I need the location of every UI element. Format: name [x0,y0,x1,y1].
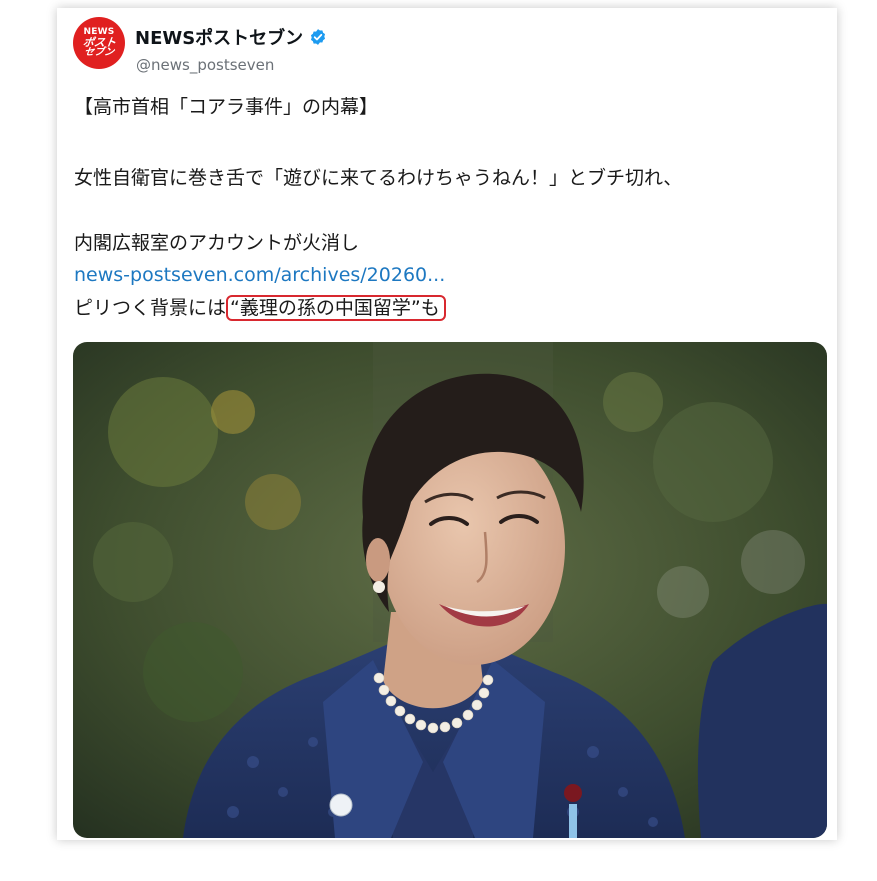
tweet-title: 【高市首相「コアラ事件」の内幕】 [74,96,379,118]
highlighted-phrase: “義理の孫の中国留学”も [226,295,446,321]
avatar-logo-line3: セブン [83,47,115,58]
woman-portrait-photo [73,342,827,838]
account-avatar[interactable]: NEWS ポスト セブン [73,17,125,69]
tweet-text-line-3: 内閣広報室のアカウントが火消し [74,232,360,254]
tweet-photo[interactable] [73,342,827,838]
account-display-name[interactable]: NEWSポストセブン [135,24,303,50]
account-handle[interactable]: @news_postseven [136,56,274,74]
account-name-row[interactable]: NEWSポストセブン [135,24,327,50]
verified-badge-icon [311,29,326,45]
tweet-text-line-5-prefix: ピリつく背景には [74,297,227,319]
tweet-link[interactable]: news-postseven.com/archives/20260... [74,263,445,287]
tweet-text-line-2: 女性自衛官に巻き舌で「遊びに来てるわけちゃうねん！」とブチ切れ、 [74,167,683,189]
tweet-text-line-5: ピリつく背景には “義理の孫の中国留学”も [74,295,446,321]
tweet-card[interactable]: NEWS ポスト セブン NEWSポストセブン @news_postseven … [57,8,837,840]
